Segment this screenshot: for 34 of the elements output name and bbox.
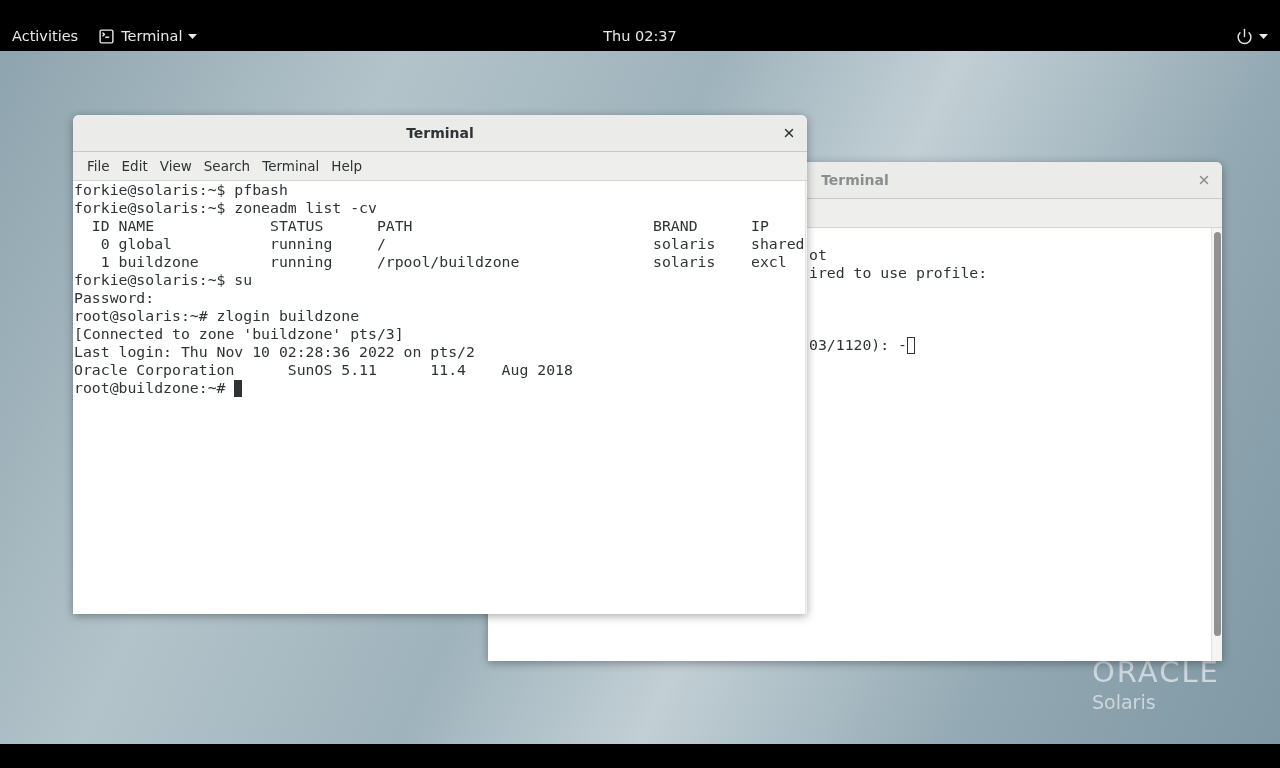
- window-title: Terminal: [406, 125, 474, 141]
- terminal-line: root@buildzone:~#: [74, 379, 227, 397]
- menu-item[interactable]: Terminal: [256, 152, 326, 180]
- activities-button[interactable]: Activities: [12, 22, 79, 50]
- caret-icon: [1259, 33, 1268, 39]
- menu-item[interactable]: Edit: [115, 152, 154, 180]
- caret-icon: [188, 33, 198, 39]
- terminal-line: 1 buildzone running /rpool/buildzone solaris excl: [99, 253, 787, 271]
- terminal-line: Oracle Corporation SunOS 5.11 11.4 Aug 2018: [74, 361, 573, 379]
- terminal-line: Last login: Thu Nov 10 02:28:36 2022 on pts/2: [74, 343, 475, 361]
- menu-item[interactable]: File: [81, 152, 116, 180]
- menu-item[interactable]: Help: [325, 152, 369, 180]
- terminal-line: forkie@solaris:~$ pfbash: [74, 181, 288, 199]
- menu-item[interactable]: View: [153, 152, 198, 180]
- app-menu[interactable]: Terminal: [98, 22, 198, 50]
- terminal-icon: [98, 27, 116, 45]
- clock[interactable]: Thu 02:37: [603, 22, 677, 50]
- terminal-line: forkie@solaris:~$ su: [74, 271, 253, 289]
- terminal-line: 03/1120): -: [809, 336, 907, 354]
- terminal-line: [Connected to zone 'buildzone' pts/3]: [74, 325, 404, 343]
- scrollbar[interactable]: [1211, 228, 1222, 661]
- logo-subtitle: Solaris: [1092, 690, 1157, 715]
- terminal-line: ot: [809, 246, 827, 264]
- terminal-line: ired to use profile:: [809, 264, 988, 282]
- terminal-line: ID NAME STATUS PATH BRAND IP: [90, 217, 769, 235]
- terminal-line: forkie@solaris:~$ zoneadm list -cv: [74, 199, 377, 217]
- logo-text: ORACLE: [1092, 656, 1220, 688]
- terminal-line: 0 global running / solaris shared: [99, 235, 805, 253]
- scrollbar-thumb[interactable]: [1213, 232, 1221, 636]
- power-icon: [1236, 27, 1253, 45]
- terminal-line: Password:: [74, 289, 155, 307]
- terminal-line: root@solaris:~# zlogin buildzone: [74, 307, 360, 325]
- menu-item[interactable]: Search: [197, 152, 257, 180]
- window-title: Terminal: [821, 172, 889, 188]
